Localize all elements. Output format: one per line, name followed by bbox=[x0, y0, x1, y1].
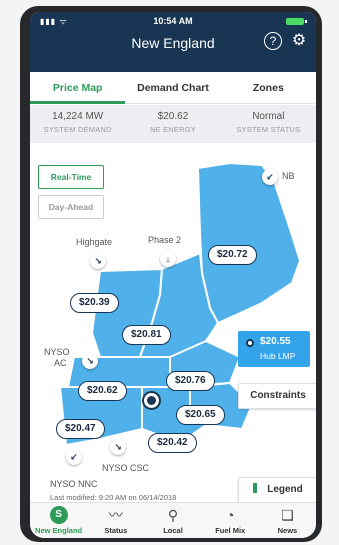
zone-maine bbox=[197, 162, 301, 324]
nyso-nnc-arrow-icon[interactable]: ↙ bbox=[66, 449, 82, 465]
tab-bar: Price Map Demand Chart Zones bbox=[30, 72, 316, 104]
battery-icon bbox=[286, 18, 307, 25]
nav-label: News bbox=[277, 526, 298, 535]
nyso-csc-arrow-icon[interactable]: ↘ bbox=[110, 439, 126, 455]
nb-arrow-icon[interactable]: ↙ bbox=[262, 169, 278, 185]
stat-system-demand: 14,224 MW SYSTEM DEMAND bbox=[30, 105, 125, 143]
location-pin-icon: ⚲ bbox=[167, 507, 179, 523]
price-west-central-mass[interactable]: $20.62 bbox=[78, 381, 127, 401]
price-maine[interactable]: $20.72 bbox=[208, 245, 257, 265]
last-modified: Last modified: 9:20 AM on 06/14/2018 bbox=[50, 493, 177, 502]
interface-label-nyso-nnc: NYSO NNC bbox=[50, 479, 98, 489]
news-icon: ❏ bbox=[281, 507, 294, 523]
trend-line-icon: 〰 bbox=[108, 507, 123, 523]
hub-lmp-value: $20.55 bbox=[260, 336, 291, 347]
stat-value: $20.62 bbox=[157, 111, 189, 122]
nyso-ac-line2: AC bbox=[54, 358, 67, 368]
stat-label: SYSTEM DEMAND bbox=[43, 125, 112, 134]
price-vermont[interactable]: $20.39 bbox=[70, 293, 119, 313]
hub-dot-icon bbox=[246, 339, 254, 347]
nav-fuel-mix[interactable]: ◔ Fuel Mix bbox=[202, 503, 259, 538]
pie-chart-icon: ◔ bbox=[225, 507, 235, 523]
bottom-nav: S New England 〰 Status ⚲ Local ◔ Fuel Mi… bbox=[30, 502, 316, 538]
stat-value: 14,224 MW bbox=[52, 111, 104, 122]
tab-price-map[interactable]: Price Map bbox=[30, 72, 126, 104]
gear-icon[interactable]: ⚙ bbox=[290, 32, 308, 50]
real-time-toggle[interactable]: Real-Time bbox=[38, 165, 104, 189]
interface-label-phase2: Phase 2 bbox=[148, 235, 182, 245]
interface-label-nyso-csc: NYSO CSC bbox=[102, 463, 150, 473]
stat-ne-energy: $20.62 NE ENERGY bbox=[125, 105, 220, 143]
nav-label: Status bbox=[104, 526, 128, 535]
help-icon[interactable]: ? bbox=[264, 32, 282, 50]
nav-news[interactable]: ❏ News bbox=[259, 503, 316, 538]
tab-demand-chart[interactable]: Demand Chart bbox=[125, 72, 220, 103]
interface-label-highgate: Highgate bbox=[76, 237, 113, 247]
nyso-ac-arrow-icon[interactable]: ↘ bbox=[82, 353, 98, 369]
status-bar: ▮▮▮ ᯤ 10:54 AM bbox=[30, 15, 316, 29]
price-map: Real-Time Day-Ahead ↙ NB Highgate ↘ Phas… bbox=[30, 143, 316, 503]
day-ahead-toggle[interactable]: Day-Ahead bbox=[38, 195, 104, 219]
price-new-hampshire[interactable]: $20.81 bbox=[122, 325, 171, 345]
dollar-icon: S bbox=[49, 506, 68, 524]
nav-label: New England bbox=[35, 526, 83, 535]
legend-button[interactable]: Legend bbox=[238, 477, 316, 503]
price-central-mass[interactable]: $20.76 bbox=[166, 371, 215, 391]
app-screen: ▮▮▮ ᯤ 10:54 AM New England ? ⚙ Price Map… bbox=[30, 12, 316, 538]
hub-lmp-label: Hub LMP bbox=[260, 351, 296, 361]
interface-label-nyso-ac: NYSO AC bbox=[44, 347, 74, 369]
price-rhode-island[interactable]: $20.42 bbox=[148, 433, 197, 453]
phone-frame: ▮▮▮ ᯤ 10:54 AM New England ? ⚙ Price Map… bbox=[20, 6, 322, 542]
stat-system-status: Normal SYSTEM STATUS bbox=[221, 105, 316, 143]
constraints-button[interactable]: Constraints bbox=[238, 383, 316, 409]
highgate-arrow-icon[interactable]: ↘ bbox=[90, 253, 106, 269]
stat-label: NE ENERGY bbox=[150, 125, 196, 134]
tab-zones[interactable]: Zones bbox=[221, 72, 316, 103]
stats-bar: 14,224 MW SYSTEM DEMAND $20.62 NE ENERGY… bbox=[30, 105, 316, 143]
nyso-ac-line1: NYSO bbox=[44, 347, 70, 357]
legend-label: Legend bbox=[267, 484, 303, 495]
app-header: ▮▮▮ ᯤ 10:54 AM New England ? ⚙ bbox=[30, 12, 316, 72]
price-se-mass[interactable]: $20.65 bbox=[176, 405, 225, 425]
legend-swatch-icon bbox=[253, 483, 258, 493]
price-connecticut[interactable]: $20.47 bbox=[56, 419, 105, 439]
hub-marker[interactable] bbox=[144, 393, 159, 408]
interface-label-nb: NB bbox=[282, 171, 295, 181]
nav-local[interactable]: ⚲ Local bbox=[144, 503, 201, 538]
hub-lmp-box[interactable]: $20.55 Hub LMP bbox=[238, 331, 310, 367]
status-time: 10:54 AM bbox=[153, 16, 193, 26]
stat-label: SYSTEM STATUS bbox=[236, 125, 301, 134]
nav-status[interactable]: 〰 Status bbox=[87, 503, 144, 538]
nav-label: Fuel Mix bbox=[215, 526, 246, 535]
stat-value: Normal bbox=[252, 111, 285, 122]
phase2-arrow-icon[interactable]: ↓ bbox=[160, 251, 176, 267]
nav-new-england[interactable]: S New England bbox=[30, 503, 87, 538]
nav-label: Local bbox=[163, 526, 183, 535]
